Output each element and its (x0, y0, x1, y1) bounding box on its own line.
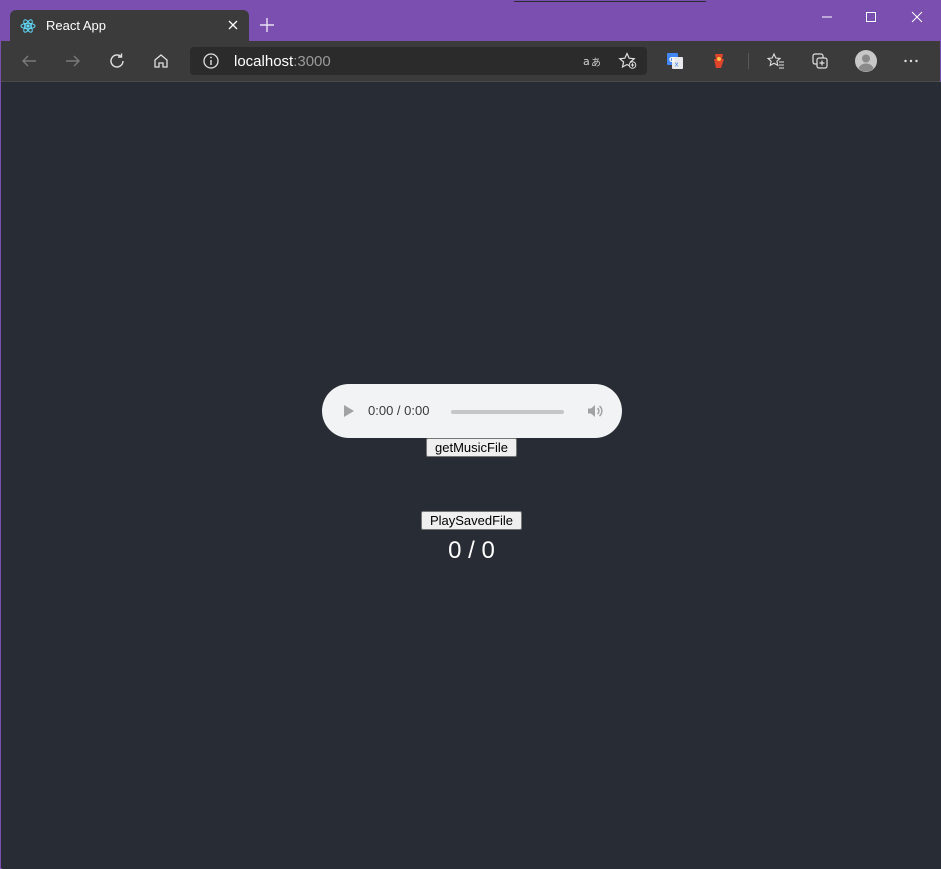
play-saved-file-button[interactable]: PlaySavedFile (421, 511, 522, 530)
maximize-icon[interactable] (861, 7, 881, 27)
page-content: 0:00 / 0:00 getMusicFile PlaySavedFile 0… (2, 82, 941, 869)
play-icon[interactable] (342, 403, 356, 423)
profile-avatar-icon[interactable] (854, 49, 878, 73)
translate-extension-icon[interactable]: Gx (665, 51, 685, 71)
read-aloud-icon[interactable]: aあ (582, 52, 602, 74)
toolbar-separator (748, 53, 749, 69)
title-bar: React App (1, 1, 940, 41)
audio-progress-track[interactable] (451, 410, 564, 414)
forward-arrow-icon[interactable] (63, 51, 83, 71)
tab-react-app[interactable]: React App (10, 10, 249, 41)
playback-counter: 0 / 0 (448, 537, 495, 564)
volume-icon[interactable] (586, 402, 604, 424)
url-host: localhost (234, 53, 294, 70)
collections-icon[interactable] (810, 51, 830, 71)
browser-window: React App localhost:3000 a あ G x 0:00 / … (0, 0, 941, 869)
info-icon[interactable] (202, 52, 220, 74)
audio-time: 0:00 / 0:00 (368, 403, 430, 418)
browser-toolbar: localhost:3000 aあ Gx (1, 41, 940, 82)
close-window-icon[interactable] (907, 7, 927, 27)
react-logo-icon (20, 18, 36, 34)
svg-text:あ: あ (591, 57, 601, 69)
favorites-icon[interactable] (766, 51, 786, 71)
close-tab-icon[interactable] (226, 18, 240, 32)
add-favorite-icon[interactable] (618, 52, 638, 74)
address-bar[interactable]: localhost:3000 aあ (190, 47, 647, 75)
audio-player[interactable]: 0:00 / 0:00 (322, 384, 622, 438)
home-icon[interactable] (151, 51, 171, 71)
new-tab-icon[interactable] (258, 16, 276, 34)
url-port: :3000 (293, 53, 331, 70)
more-options-icon[interactable] (901, 51, 921, 71)
svg-text:x: x (675, 61, 679, 69)
refresh-icon[interactable] (107, 51, 127, 71)
extension-icon[interactable] (709, 51, 729, 71)
url-text: localhost:3000 (234, 53, 331, 70)
get-music-file-button[interactable]: getMusicFile (426, 438, 517, 457)
back-arrow-icon[interactable] (19, 51, 39, 71)
minimize-icon[interactable] (817, 7, 837, 27)
tab-title: React App (46, 18, 106, 33)
title-bar-accent (514, 1, 706, 2)
svg-text:a: a (583, 55, 590, 68)
